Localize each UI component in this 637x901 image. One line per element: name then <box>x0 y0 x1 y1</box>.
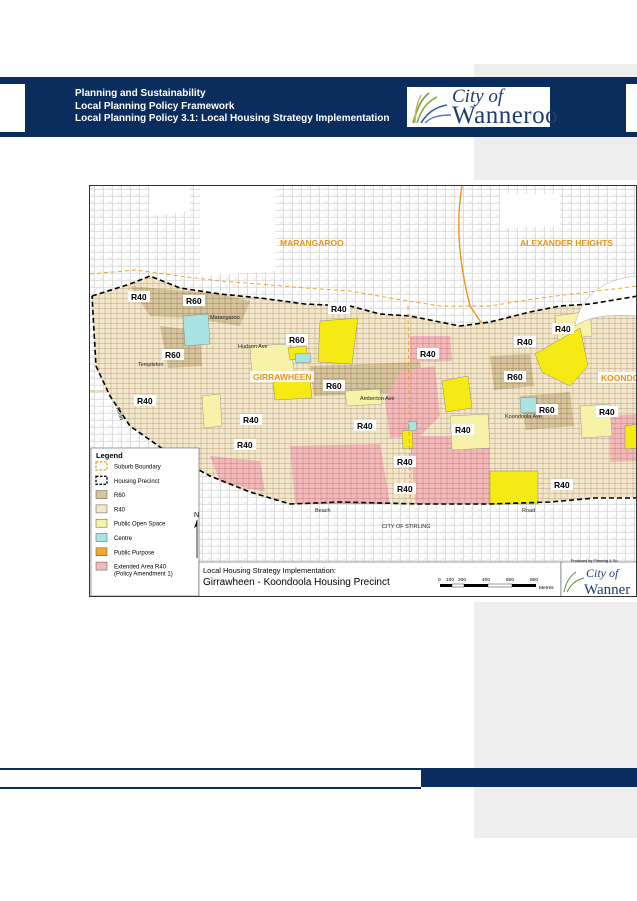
zone-label-r40-2: R40 <box>331 304 347 314</box>
zone-label-r60-1: R60 <box>186 296 202 306</box>
zone-label-r60-2: R60 <box>289 335 305 345</box>
legend-label: (Policy Amendment 1) <box>114 571 173 577</box>
legend-label: Housing Precinct <box>114 479 160 485</box>
yellow-area-7 <box>401 429 414 450</box>
street-beach: Beach <box>315 508 331 514</box>
scale-segment <box>512 584 536 587</box>
yellow-area-3 <box>441 375 473 413</box>
footer-bar <box>421 770 637 787</box>
open-space-2 <box>201 393 223 429</box>
scale-tick-0: 0 <box>438 577 441 583</box>
map-legend: Legend Suburb Boundary Housing Precinct R6… <box>90 447 200 596</box>
legend-title: Legend <box>96 451 123 460</box>
scale-tick-100: 100 <box>446 577 454 583</box>
street-marangaroo: Marangaroo <box>210 315 240 321</box>
yellow-area-1 <box>317 317 359 365</box>
legend-label: Public Open Space <box>114 522 166 528</box>
scale-unit: Metres <box>539 585 554 591</box>
suburb-label-marangaroo: MARANGAROO <box>280 238 344 248</box>
zone-label-r60-3: R60 <box>165 350 181 360</box>
map-title-line-2: Girrawheen - Koondoola Housing Precinct <box>203 577 390 588</box>
legend-label: R40 <box>114 507 126 513</box>
footer-line-bottom <box>0 787 421 789</box>
suburb-label-alexander-heights: ALEXANDER HEIGHTS <box>520 238 613 248</box>
yellow-area-2 <box>272 378 313 401</box>
produced-by-text: Produced by Planning & Su <box>571 559 617 563</box>
scale-tick-200: 200 <box>458 577 466 583</box>
scale-segment <box>464 584 488 587</box>
header-text: Planning and Sustainability Local Planni… <box>75 88 390 126</box>
zone-label-r40-4: R40 <box>517 337 533 347</box>
map-title-line-1: Local Housing Strategy Implementation: <box>203 566 336 575</box>
legend-swatch <box>95 504 108 514</box>
header-line-2: Local Planning Policy Framework <box>75 100 235 112</box>
legend-swatch <box>95 475 108 485</box>
zone-label-r40-1: R40 <box>131 292 147 302</box>
centre-area-3 <box>294 352 312 364</box>
suburb-label-girrawheen: GIRRAWHEEN <box>253 372 312 382</box>
header-line-3: Local Planning Policy 3.1: Local Housing… <box>75 113 390 124</box>
logo-name-text: Wanneroo <box>452 102 559 129</box>
small-logo-name: Wanner <box>584 582 630 597</box>
scale-tick-800: 800 <box>530 577 538 583</box>
zone-label-r60-5: R60 <box>326 381 342 391</box>
map-svg: MARANGAROO ALEXANDER HEIGHTS GIRRAWHEEN … <box>90 186 637 597</box>
zone-label-r40-10: R40 <box>455 425 471 435</box>
scale-segment <box>451 583 465 588</box>
vacant-area-nw <box>150 186 190 216</box>
legend-label: Suburb Boundary <box>114 465 161 471</box>
city-of-stirling-label: CITY OF STIRLING <box>382 524 431 530</box>
scale-segment <box>440 584 452 587</box>
vacant-area-north <box>200 186 275 276</box>
legend-swatch <box>95 547 108 557</box>
yellow-area-8 <box>624 424 636 450</box>
logo-grass-icon <box>412 92 452 124</box>
header-left-notch <box>0 84 25 132</box>
header-line-1: Planning and Sustainability <box>75 88 206 99</box>
zone-label-r40-11: R40 <box>237 440 253 450</box>
scale-segment <box>487 583 513 588</box>
scale-tick-600: 600 <box>506 577 514 583</box>
suburb-label-koondoola: KOONDOOLA <box>601 373 637 383</box>
zone-label-r40-7: R40 <box>243 415 259 425</box>
zone-label-r40-13: R40 <box>554 480 570 490</box>
street-road-right: Road <box>522 508 535 514</box>
zone-label-r40-12: R40 <box>397 457 413 467</box>
street-amberton: Amberton Ave <box>360 396 394 402</box>
header-right-notch <box>626 84 637 132</box>
gray-side-panel-bottom <box>474 602 637 838</box>
street-templeton: Templeton <box>138 362 163 368</box>
legend-swatch <box>95 533 108 542</box>
zone-label-r40-9: R40 <box>599 407 615 417</box>
legend-label: Centre <box>114 536 133 542</box>
yellow-area-5 <box>489 470 539 505</box>
centre-area-2 <box>519 396 538 414</box>
zone-label-r40-14: R40 <box>397 484 413 494</box>
zone-label-r40-6: R40 <box>137 396 153 406</box>
legend-swatch <box>95 490 108 499</box>
legend-swatch <box>95 518 108 528</box>
street-koondoola: Koondoola Ave <box>505 414 542 420</box>
pink-area-sw <box>290 444 390 504</box>
scale-tick-400: 400 <box>482 577 490 583</box>
zone-label-r40-8: R40 <box>357 421 373 431</box>
legend-swatch <box>95 561 108 571</box>
vacant-area-ne <box>500 194 560 228</box>
legend-swatch <box>95 461 108 471</box>
street-hudson: Hudson Ave <box>238 344 268 350</box>
legend-label: Public Purpose <box>114 550 155 556</box>
map-frame: MARANGAROO ALEXANDER HEIGHTS GIRRAWHEEN … <box>89 185 637 597</box>
zone-label-r40-3: R40 <box>420 349 436 359</box>
centre-area-1 <box>182 313 211 347</box>
legend-label: Extended Area R40 <box>114 565 167 571</box>
zone-label-r40-5: R40 <box>555 324 571 334</box>
north-label: N <box>194 512 199 519</box>
small-logo-city: City of <box>586 566 620 580</box>
legend-label: R60 <box>114 493 126 499</box>
zone-label-r60-4: R60 <box>507 372 523 382</box>
